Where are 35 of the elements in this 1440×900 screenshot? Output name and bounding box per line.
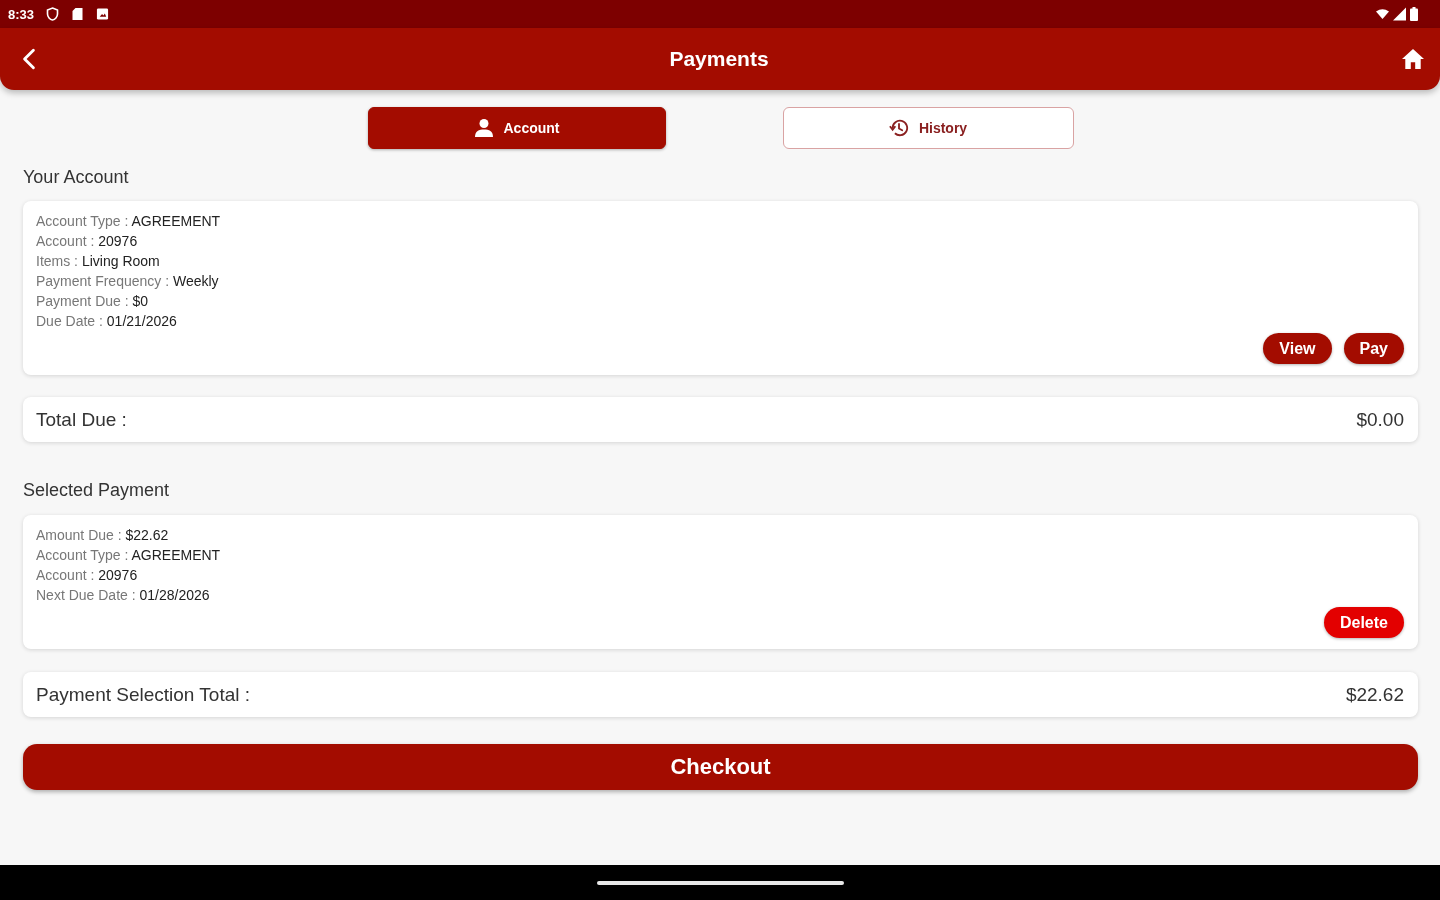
total-amount: $0.00 [1356,408,1404,431]
battery-icon [1410,7,1418,21]
detail-line: Account Type : AGREEMENT [36,212,221,231]
detail-line: Due Date : 01/21/2026 [36,312,177,331]
shield-icon [46,7,60,21]
tab[interactable]: Account [367,107,666,149]
home-handle[interactable] [596,880,844,885]
detail-line: Items : Living Room [36,252,160,271]
home-icon[interactable] [1402,49,1424,69]
detail-line: Next Due Date : 01/28/2026 [36,586,210,605]
delete-button[interactable]: Delete [1323,607,1404,638]
checkout-button[interactable]: Checkout [23,744,1418,790]
section-heading: Selected Payment [23,479,171,502]
detail-line: Payment Frequency : Weekly [36,272,219,291]
total-amount: $22.62 [1345,683,1404,706]
wifi-icon [1376,7,1389,21]
total-label: Payment Selection Total : [36,683,251,706]
screen-title: Payments [669,47,769,71]
detail-line: Account : 20976 [36,566,138,585]
tab[interactable]: History [782,107,1074,149]
status-time: 8:33 [8,6,35,22]
detail-line: Payment Due : $0 [36,292,149,311]
back-icon[interactable] [22,48,36,70]
section-heading: Your Account [23,166,130,189]
sd-card-icon [71,7,85,21]
detail-line: Amount Due : $22.62 [36,526,169,545]
signal-icon [1393,7,1406,21]
detail-line: Account : 20976 [36,232,138,251]
history-icon [888,118,909,138]
card-action-button[interactable]: Pay [1343,333,1404,364]
detail-line: Account Type : AGREEMENT [36,546,221,565]
image-icon [96,7,110,21]
person-icon [473,118,494,138]
total-label: Total Due : [36,408,127,431]
card-action-button[interactable]: View [1263,333,1332,364]
